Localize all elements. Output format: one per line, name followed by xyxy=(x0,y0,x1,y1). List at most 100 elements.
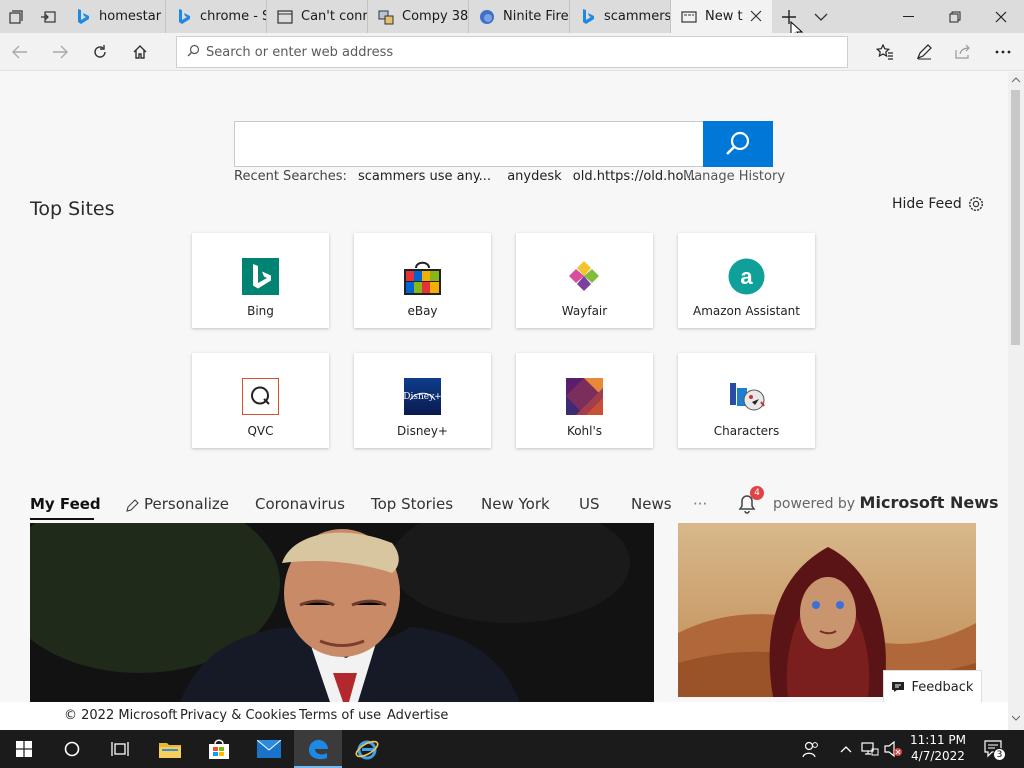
feed-tab-news[interactable]: News xyxy=(631,495,672,513)
internet-explorer-icon xyxy=(355,740,379,760)
feed-navigation: My Feed Personalize Coronavirus Top Stor… xyxy=(0,486,1008,520)
feed-tab-personalize[interactable]: Personalize xyxy=(144,495,229,513)
close-window-button[interactable] xyxy=(978,0,1024,33)
feedback-label: Feedback xyxy=(911,679,974,695)
recent-search-item[interactable]: old.https://old.ho... xyxy=(573,169,696,184)
network-icon[interactable] xyxy=(860,739,880,759)
tile-label: Kohl's xyxy=(566,424,603,438)
feed-tab-coronavirus[interactable]: Coronavirus xyxy=(255,495,345,513)
svg-text:a: a xyxy=(740,264,753,289)
pencil-icon xyxy=(126,497,139,516)
internet-explorer-taskbar-button[interactable] xyxy=(343,730,391,768)
address-bar[interactable]: Search or enter web address xyxy=(176,36,848,68)
tab-homestar[interactable]: homestar xyxy=(65,0,166,33)
tab-new-tab[interactable]: New t xyxy=(671,0,772,33)
favorites-star-icon xyxy=(876,44,893,60)
search-submit-button[interactable] xyxy=(703,121,773,167)
action-center-icon[interactable]: 3 xyxy=(982,739,1006,761)
terms-link[interactable]: Terms of use xyxy=(299,708,381,723)
web-note-button[interactable] xyxy=(909,37,939,67)
share-button[interactable] xyxy=(948,37,978,67)
file-explorer-taskbar-button[interactable] xyxy=(146,730,194,768)
tile-label: Characters xyxy=(713,424,780,438)
newtab-icon xyxy=(681,9,697,25)
bing-icon xyxy=(75,8,91,25)
tab-preview-chevron-icon[interactable] xyxy=(805,0,837,33)
recent-search-item[interactable]: scammers use any... xyxy=(358,169,491,184)
top-site-tile-characters[interactable]: Characters xyxy=(678,353,815,448)
advertise-link[interactable]: Advertise xyxy=(387,708,448,723)
top-site-tile-disney-plus[interactable]: Disney+ Disney+ xyxy=(354,353,491,448)
top-site-tile-qvc[interactable]: QVC xyxy=(192,353,329,448)
task-view-button[interactable] xyxy=(96,730,144,768)
cortana-search-button[interactable] xyxy=(48,730,96,768)
active-tab-underline xyxy=(30,518,94,520)
feed-tab-us[interactable]: US xyxy=(579,495,600,513)
tile-label: Bing xyxy=(247,304,274,318)
tab-chrome[interactable]: chrome - S xyxy=(166,0,267,33)
feedback-button[interactable]: Feedback xyxy=(883,670,982,702)
tab-title: Compy 38 xyxy=(402,9,469,24)
top-site-tile-amazon-assistant[interactable]: a Amazon Assistant xyxy=(678,233,815,328)
navigation-bar: Search or enter web address xyxy=(0,33,1024,71)
action-center-count-badge: 3 xyxy=(993,748,1006,761)
windows-taskbar: 11:11 PM 4/7/2022 3 xyxy=(0,730,1024,768)
start-button[interactable] xyxy=(0,730,48,768)
set-aside-tabs-icon[interactable] xyxy=(32,0,64,33)
wayfair-logo-icon xyxy=(566,258,603,295)
kohls-logo-icon xyxy=(566,378,603,415)
tab-cant-connect[interactable]: Can't conr xyxy=(267,0,368,33)
system-clock[interactable]: 11:11 PM 4/7/2022 xyxy=(908,732,968,764)
page-scrollbar[interactable] xyxy=(1008,72,1024,730)
mail-taskbar-button[interactable] xyxy=(245,730,293,768)
back-button[interactable] xyxy=(5,37,35,67)
people-icon[interactable] xyxy=(801,739,821,759)
pen-icon xyxy=(916,44,932,60)
edge-taskbar-button[interactable] xyxy=(294,730,342,768)
tab-title: New t xyxy=(705,9,743,24)
store-taskbar-button[interactable] xyxy=(195,730,243,768)
search-icon xyxy=(187,44,200,61)
copyright-text: © 2022 Microsoft xyxy=(64,708,178,723)
scrollbar-thumb[interactable] xyxy=(1011,90,1020,345)
forward-arrow-icon xyxy=(53,45,68,59)
edge-logo-icon xyxy=(309,739,328,760)
web-search-input[interactable] xyxy=(234,121,704,167)
minimize-button[interactable] xyxy=(886,0,932,33)
feed-tab-my-feed[interactable]: My Feed xyxy=(30,495,101,513)
recent-search-item[interactable]: anydesk xyxy=(507,169,561,184)
tile-label: Disney+ xyxy=(397,424,448,438)
volume-muted-icon[interactable] xyxy=(883,739,903,759)
top-site-tile-bing[interactable]: Bing xyxy=(192,233,329,328)
home-button[interactable] xyxy=(125,37,155,67)
tile-label: Wayfair xyxy=(561,304,608,318)
tab-compy[interactable]: Compy 38 xyxy=(368,0,469,33)
restore-button[interactable] xyxy=(932,0,978,33)
compy-icon xyxy=(378,9,394,25)
news-feed-hero-image[interactable] xyxy=(30,523,654,702)
show-hidden-icons-chevron-icon[interactable] xyxy=(836,739,856,759)
tab-title: chrome - S xyxy=(200,9,267,24)
favorites-button[interactable] xyxy=(870,37,900,67)
hide-feed-button[interactable]: Hide Feed xyxy=(892,196,984,212)
top-site-tile-kohls[interactable]: Kohl's xyxy=(516,353,653,448)
task-view-icon xyxy=(111,742,129,756)
privacy-link[interactable]: Privacy & Cookies xyxy=(180,708,296,723)
manage-history-link[interactable]: Manage History xyxy=(683,169,785,184)
gear-icon[interactable] xyxy=(968,196,984,212)
page-icon xyxy=(277,9,293,25)
refresh-button[interactable] xyxy=(85,37,115,67)
tab-actions-icon[interactable] xyxy=(0,0,32,33)
tab-ninite[interactable]: Ninite Fire xyxy=(469,0,570,33)
feed-more-button[interactable]: ··· xyxy=(693,495,707,513)
forward-button[interactable] xyxy=(45,37,75,67)
tab-title: Ninite Fire xyxy=(503,9,569,24)
tab-scammers[interactable]: scammers xyxy=(570,0,671,33)
feed-tab-top-stories[interactable]: Top Stories xyxy=(371,495,453,513)
top-site-tile-ebay[interactable]: eBay xyxy=(354,233,491,328)
clock-date: 4/7/2022 xyxy=(911,749,965,763)
top-site-tile-wayfair[interactable]: Wayfair xyxy=(516,233,653,328)
more-menu-button[interactable] xyxy=(988,37,1018,67)
feed-tab-new-york[interactable]: New York xyxy=(481,495,550,513)
close-tab-icon[interactable] xyxy=(749,9,763,23)
